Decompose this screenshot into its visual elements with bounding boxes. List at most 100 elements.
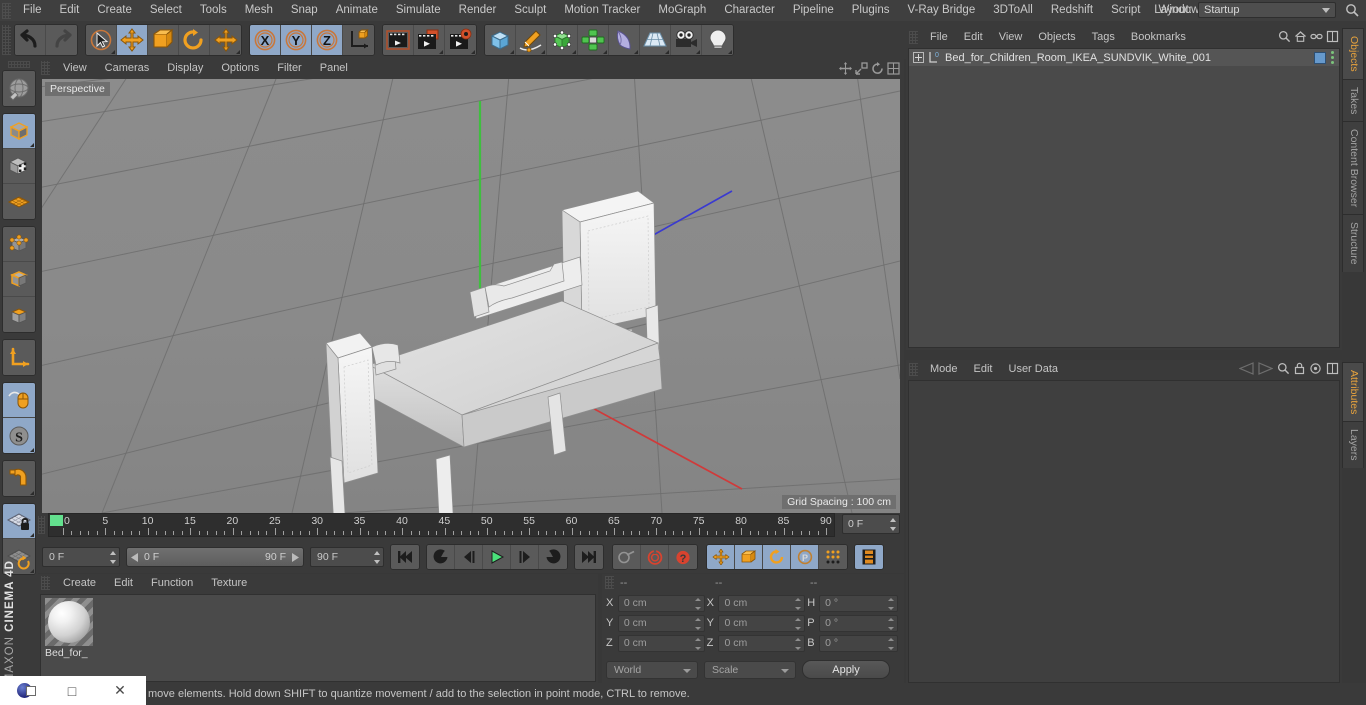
go-to-start-icon[interactable]	[391, 545, 419, 569]
render-to-picture-viewer-icon[interactable]	[414, 25, 445, 55]
material-list[interactable]: Bed_for_	[40, 594, 596, 682]
coord-field-rot-b[interactable]: 0 °	[819, 634, 898, 652]
menu-item-tools[interactable]: Tools	[191, 0, 236, 21]
render-view-icon[interactable]	[383, 25, 414, 55]
spinner-icon[interactable]	[795, 617, 802, 630]
close-button[interactable]: ✕	[96, 682, 144, 699]
next-key-icon[interactable]	[539, 545, 567, 569]
lock-x-icon[interactable]: X	[250, 25, 281, 55]
menu-item-simulate[interactable]: Simulate	[387, 0, 450, 21]
nurbs-generator-icon[interactable]	[547, 25, 578, 55]
spinner-icon[interactable]	[888, 617, 894, 630]
key-scale-icon[interactable]	[735, 545, 763, 569]
magnet-tool-icon[interactable]	[3, 461, 35, 496]
spinner-icon[interactable]	[889, 518, 896, 531]
edges-mode-icon[interactable]	[3, 262, 35, 297]
menu-item-character[interactable]: Character	[715, 0, 784, 21]
object-menu-view[interactable]: View	[991, 28, 1031, 46]
key-pla-icon[interactable]	[819, 545, 847, 569]
timeline-ruler[interactable]: 0 5 10 15 20 25 30 35 40 45 50 55 60 65 70 75 80 85 90	[48, 513, 835, 537]
record-key-icon[interactable]	[613, 545, 641, 569]
select-live-icon[interactable]	[86, 25, 117, 55]
keyframe-selection-icon[interactable]: ?	[669, 545, 697, 569]
material-menu-edit[interactable]: Edit	[105, 574, 142, 592]
play-icon[interactable]	[483, 545, 511, 569]
menu-item-redshift[interactable]: Redshift	[1042, 0, 1102, 21]
object-tree-row[interactable]: 0 Bed_for_Children_Room_IKEA_SUNDVIK_Whi…	[909, 49, 1339, 66]
timeline-playhead[interactable]	[50, 515, 63, 526]
spinner-icon[interactable]	[888, 597, 894, 610]
viewport-maximize-icon[interactable]	[886, 61, 900, 75]
attributes-menu-edit[interactable]: Edit	[966, 360, 1001, 378]
snap-toggle-icon[interactable]: S	[3, 418, 35, 453]
object-tree[interactable]: 0 Bed_for_Children_Room_IKEA_SUNDVIK_Whi…	[908, 48, 1340, 348]
mograph-cloner-icon[interactable]	[578, 25, 609, 55]
preview-range-slider[interactable]: 0 F 90 F	[126, 547, 304, 567]
deformer-bend-icon[interactable]	[609, 25, 640, 55]
lock-y-icon[interactable]: Y	[281, 25, 312, 55]
texture-tag-icon[interactable]	[1314, 51, 1326, 64]
autokey-icon[interactable]	[641, 545, 669, 569]
tab-attributes[interactable]: Attributes	[1342, 362, 1364, 422]
menu-item-file[interactable]: File	[14, 0, 51, 21]
tab-content-browser[interactable]: Content Browser	[1342, 121, 1364, 215]
coord-field-size-z[interactable]: 0 cm	[718, 634, 806, 652]
expand-plus-icon[interactable]	[913, 52, 924, 63]
viewport-menu-panel[interactable]: Panel	[311, 59, 357, 77]
menu-item-edit[interactable]: Edit	[51, 0, 89, 21]
lock-z-icon[interactable]: Z	[312, 25, 343, 55]
material-sphere-preview[interactable]	[45, 598, 93, 646]
tab-takes[interactable]: Takes	[1342, 78, 1364, 122]
viewport-solo-mouse-icon[interactable]	[3, 383, 35, 418]
scene-floor-icon[interactable]	[640, 25, 671, 55]
world-coordinate-icon[interactable]	[343, 25, 374, 55]
coord-field-pos-y[interactable]: 0 cm	[617, 614, 705, 632]
object-menu-objects[interactable]: Objects	[1030, 28, 1083, 46]
home-icon[interactable]	[1294, 30, 1307, 46]
step-forward-icon[interactable]	[511, 545, 539, 569]
attributes-content[interactable]	[908, 380, 1340, 683]
viewport-scale-icon[interactable]	[854, 61, 868, 75]
viewport-menu-options[interactable]: Options	[212, 59, 268, 77]
end-frame-field[interactable]: 90 F	[310, 547, 384, 567]
viewport-menu-cameras[interactable]: Cameras	[96, 59, 159, 77]
coord-field-pos-x[interactable]: 0 cm	[617, 594, 705, 612]
axis-mode-icon[interactable]	[3, 340, 35, 375]
menu-item-script[interactable]: Script	[1102, 0, 1149, 21]
key-rotation-icon[interactable]	[763, 545, 791, 569]
menu-item-animate[interactable]: Animate	[327, 0, 387, 21]
texture-mode-icon[interactable]	[3, 149, 35, 184]
material-menu-create[interactable]: Create	[54, 574, 105, 592]
viewport-rotate-icon[interactable]	[870, 61, 884, 75]
coord-field-size-x[interactable]: 0 cm	[718, 594, 806, 612]
light-icon[interactable]	[702, 25, 733, 55]
coord-field-pos-z[interactable]: 0 cm	[617, 634, 705, 652]
lock-icon[interactable]	[1294, 362, 1305, 378]
cube-primitive-icon[interactable]	[485, 25, 516, 55]
menu-item-mograph[interactable]: MoGraph	[649, 0, 715, 21]
layout-icon[interactable]	[1326, 30, 1339, 46]
spline-pen-icon[interactable]	[516, 25, 547, 55]
coord-field-rot-h[interactable]: 0 °	[819, 594, 898, 612]
search-icon[interactable]	[1277, 362, 1290, 378]
model-mode-icon[interactable]	[3, 114, 35, 149]
layout-select[interactable]: Startup	[1198, 2, 1336, 18]
make-editable-icon[interactable]	[3, 71, 35, 106]
coord-field-rot-p[interactable]: 0 °	[819, 614, 898, 632]
layout-icon[interactable]	[1326, 362, 1339, 378]
rotate-tool-icon[interactable]	[179, 25, 210, 55]
viewport-3d-canvas[interactable]: Perspective Grid Spacing : 100 cm	[42, 79, 900, 513]
viewport-menu-filter[interactable]: Filter	[268, 59, 310, 77]
menu-item-3dtoall[interactable]: 3DToAll	[984, 0, 1042, 21]
spinner-icon[interactable]	[694, 637, 701, 650]
object-menu-bookmarks[interactable]: Bookmarks	[1123, 28, 1194, 46]
menu-item-create[interactable]: Create	[88, 0, 141, 21]
menu-item-render[interactable]: Render	[450, 0, 506, 21]
spinner-icon[interactable]	[373, 551, 380, 564]
viewport-menu-display[interactable]: Display	[158, 59, 212, 77]
menu-item-pipeline[interactable]: Pipeline	[784, 0, 843, 21]
object-menu-file[interactable]: File	[922, 28, 956, 46]
menu-item-motion-tracker[interactable]: Motion Tracker	[555, 0, 649, 21]
restore-button[interactable]: □	[48, 683, 96, 699]
camera-icon[interactable]	[671, 25, 702, 55]
